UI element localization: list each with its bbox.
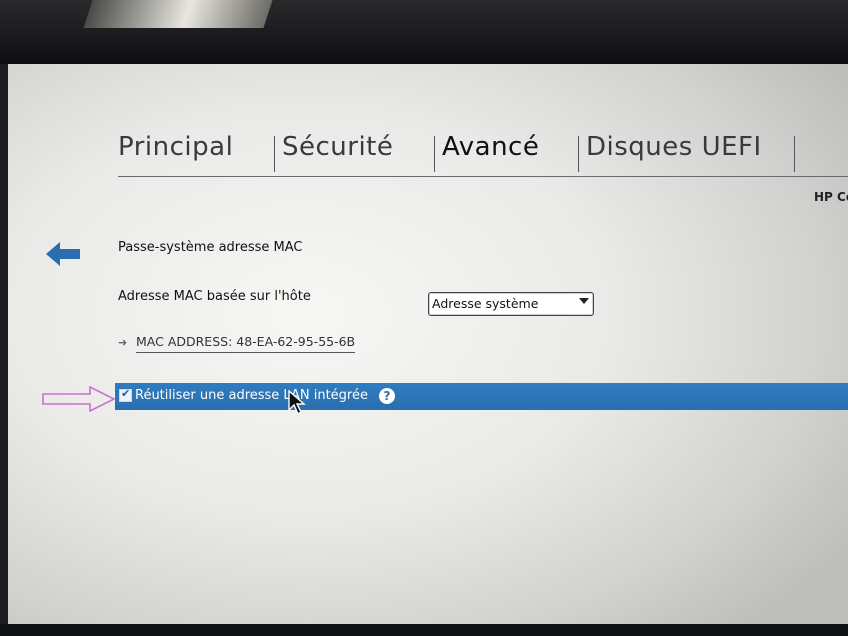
tab-securite[interactable]: Sécurité: [282, 132, 393, 162]
bios-screen: Principal Sécurité Avancé Disques UEFI H…: [8, 64, 848, 624]
tab-separator: [434, 136, 435, 172]
tab-separator: [794, 136, 795, 172]
annotation-arrow-icon: [42, 386, 116, 412]
light-glare: [83, 0, 273, 28]
help-icon[interactable]: ?: [379, 388, 395, 404]
host-mac-dropdown-value: Adresse système: [432, 296, 539, 311]
reuse-lan-label: Réutiliser une adresse LAN intégrée: [135, 388, 368, 403]
host-mac-label: Adresse MAC basée sur l'hôte: [118, 289, 311, 304]
tab-avance[interactable]: Avancé: [442, 132, 539, 162]
reuse-lan-row[interactable]: ✔ Réutiliser une adresse LAN intégrée ?: [115, 383, 848, 410]
mouse-cursor-icon: [288, 390, 306, 416]
hp-brand-label: HP Co: [814, 190, 848, 204]
tab-bar: Principal Sécurité Avancé Disques UEFI: [118, 132, 848, 180]
chevron-down-icon: [579, 298, 589, 304]
tab-separator: [578, 136, 579, 172]
monitor-bezel-bottom: [0, 624, 848, 636]
mac-address-text: MAC ADDRESS: 48-EA-62-95-55-6B: [136, 334, 356, 353]
checkmark-icon: ✔: [121, 387, 131, 400]
reuse-lan-checkbox[interactable]: ✔: [119, 387, 132, 402]
mac-passthrough-label: Passe-système adresse MAC: [118, 240, 303, 255]
tab-separator: [274, 136, 275, 172]
tab-principal[interactable]: Principal: [118, 132, 233, 162]
back-arrow-icon[interactable]: [46, 242, 80, 266]
tabs-underline: [118, 176, 848, 177]
arrow-right-icon: ➜: [118, 336, 128, 349]
host-mac-dropdown[interactable]: Adresse système: [428, 292, 594, 316]
tab-disques-uefi[interactable]: Disques UEFI: [586, 132, 762, 162]
